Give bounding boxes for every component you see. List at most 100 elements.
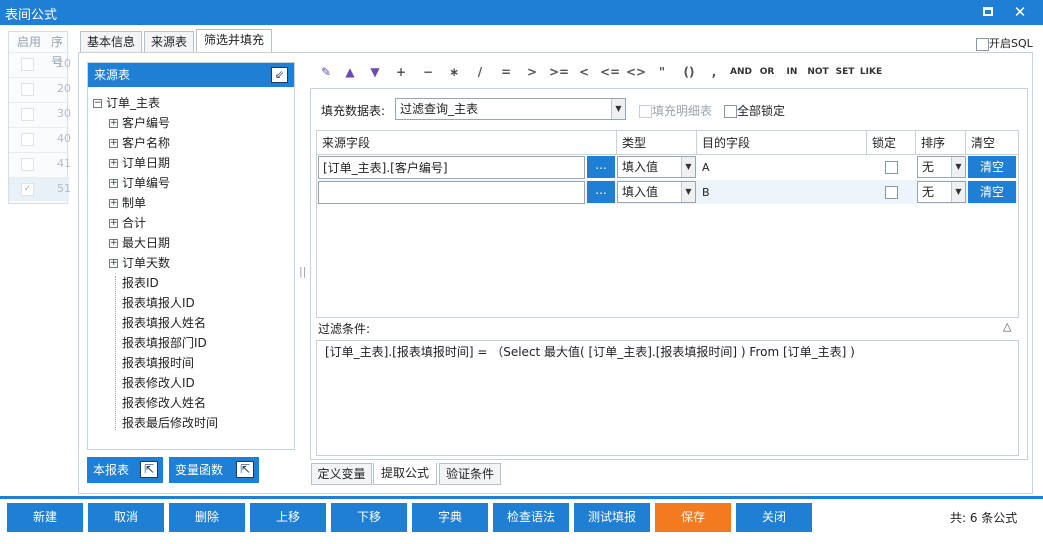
- tree-leaf[interactable]: 报表最后修改时间: [122, 414, 218, 432]
- lock-checkbox[interactable]: [885, 186, 898, 199]
- collapse-icon[interactable]: ⇙: [271, 67, 288, 83]
- tree-leaf[interactable]: 报表填报部门ID: [122, 334, 207, 352]
- move-down-button[interactable]: 下移: [331, 503, 407, 532]
- tree-node[interactable]: + 订单天数: [109, 254, 170, 272]
- fill-detail-checkbox[interactable]: [639, 105, 652, 118]
- type-select[interactable]: 填入值 ▼: [617, 156, 696, 178]
- op-or-button[interactable]: OR: [757, 63, 777, 81]
- variable-function-button[interactable]: 变量函数 ⇱: [169, 457, 259, 483]
- collapse-triangle-icon[interactable]: △: [1003, 320, 1011, 333]
- op-greater-button[interactable]: >: [523, 63, 541, 81]
- op-not-equal-button[interactable]: <>: [626, 63, 646, 81]
- close-window-button[interactable]: ✕: [1010, 3, 1030, 21]
- list-item[interactable]: 30: [9, 102, 71, 126]
- enable-sql-toggle[interactable]: 开启SQL: [976, 35, 1033, 51]
- op-and-button[interactable]: AND: [729, 63, 753, 81]
- expand-node-icon[interactable]: +: [109, 119, 118, 128]
- chevron-down-icon[interactable]: ▼: [611, 99, 625, 119]
- tree-leaf[interactable]: 报表ID: [122, 274, 159, 292]
- type-select[interactable]: 填入值 ▼: [617, 181, 696, 203]
- op-quote-button[interactable]: ": [653, 63, 671, 81]
- list-item[interactable]: 41: [9, 152, 71, 176]
- this-report-button[interactable]: 本报表 ⇱: [87, 457, 163, 483]
- tree-node[interactable]: + 客户名称: [109, 134, 170, 152]
- collapse-node-icon[interactable]: −: [93, 99, 102, 108]
- fill-table-select[interactable]: 过滤查询_主表 ▼: [395, 98, 626, 120]
- op-minus-button[interactable]: −: [419, 63, 437, 81]
- lock-checkbox[interactable]: [885, 161, 898, 174]
- test-fill-button[interactable]: 测试填报: [574, 503, 650, 532]
- op-comma-button[interactable]: ,: [705, 63, 723, 81]
- maximize-button[interactable]: [978, 3, 998, 21]
- chevron-down-icon[interactable]: ▼: [681, 157, 695, 177]
- tab-source-table[interactable]: 来源表: [144, 31, 194, 53]
- fill-detail-option[interactable]: 填充明细表: [639, 102, 712, 119]
- row-checkbox[interactable]: ✓: [21, 183, 34, 196]
- target-field[interactable]: A: [700, 157, 860, 181]
- pick-field-button[interactable]: ...: [587, 156, 615, 178]
- splitter-handle[interactable]: ||: [299, 265, 306, 278]
- delete-button[interactable]: 删除: [169, 503, 245, 532]
- op-divide-button[interactable]: /: [471, 63, 489, 81]
- source-field-input[interactable]: [订单_主表].[客户编号]: [318, 156, 585, 179]
- op-set-button[interactable]: SET: [833, 63, 857, 81]
- new-button[interactable]: 新建: [7, 503, 83, 532]
- row-checkbox[interactable]: [21, 83, 34, 96]
- chevron-down-icon[interactable]: ▼: [951, 157, 965, 177]
- move-down-icon[interactable]: ▼: [366, 63, 384, 81]
- tab-validate-condition[interactable]: 验证条件: [439, 463, 501, 485]
- row-checkbox[interactable]: [21, 158, 34, 171]
- op-equal-button[interactable]: =: [497, 63, 515, 81]
- op-less-button[interactable]: <: [575, 63, 593, 81]
- cancel-button[interactable]: 取消: [88, 503, 164, 532]
- list-item[interactable]: ✓ 51: [9, 177, 71, 201]
- tree-node[interactable]: + 客户编号: [109, 114, 170, 132]
- eraser-icon[interactable]: ✎: [317, 63, 335, 81]
- op-in-button[interactable]: IN: [783, 63, 801, 81]
- dictionary-button[interactable]: 字典: [412, 503, 488, 532]
- expand-node-icon[interactable]: +: [109, 179, 118, 188]
- tab-filter-fill[interactable]: 筛选并填充: [196, 29, 272, 53]
- op-not-button[interactable]: NOT: [806, 63, 830, 81]
- move-up-icon[interactable]: ▲: [341, 63, 359, 81]
- op-greater-equal-button[interactable]: >=: [549, 63, 569, 81]
- row-checkbox[interactable]: [21, 133, 34, 146]
- tree-leaf[interactable]: 报表修改人姓名: [122, 394, 206, 412]
- tab-define-variable[interactable]: 定义变量: [311, 463, 372, 485]
- tree-node[interactable]: + 订单日期: [109, 154, 170, 172]
- pick-field-button[interactable]: ...: [587, 181, 615, 203]
- row-checkbox[interactable]: [21, 58, 34, 71]
- tree-node[interactable]: + 订单编号: [109, 174, 170, 192]
- expand-node-icon[interactable]: +: [109, 239, 118, 248]
- save-button[interactable]: 保存: [655, 503, 731, 532]
- expand-node-icon[interactable]: +: [109, 199, 118, 208]
- expand-node-icon[interactable]: +: [109, 159, 118, 168]
- tab-extract-formula[interactable]: 提取公式: [373, 463, 437, 485]
- tree-node[interactable]: + 最大日期: [109, 234, 170, 252]
- tree-node[interactable]: + 制单: [109, 194, 146, 212]
- target-field[interactable]: B: [700, 182, 860, 206]
- expand-node-icon[interactable]: +: [109, 139, 118, 148]
- tree-leaf[interactable]: 报表填报人ID: [122, 294, 195, 312]
- tree-leaf[interactable]: 报表填报人姓名: [122, 314, 206, 332]
- close-button[interactable]: 关闭: [736, 503, 812, 532]
- op-less-equal-button[interactable]: <=: [600, 63, 620, 81]
- tree-leaf[interactable]: 报表修改人ID: [122, 374, 195, 392]
- list-item[interactable]: 10: [9, 52, 71, 76]
- lock-all-option[interactable]: 全部锁定: [724, 102, 785, 119]
- move-up-button[interactable]: 上移: [250, 503, 326, 532]
- clear-row-button[interactable]: 清空: [968, 156, 1016, 178]
- check-syntax-button[interactable]: 检查语法: [493, 503, 569, 532]
- row-checkbox[interactable]: [21, 108, 34, 121]
- list-item[interactable]: 40: [9, 127, 71, 151]
- enable-sql-checkbox[interactable]: [976, 37, 989, 51]
- op-multiply-button[interactable]: ∗: [445, 63, 463, 81]
- sort-select[interactable]: 无 ▼: [917, 156, 966, 178]
- chevron-down-icon[interactable]: ▼: [681, 182, 695, 202]
- tree-node[interactable]: + 合计: [109, 214, 146, 232]
- tree-root[interactable]: − 订单_主表: [93, 94, 160, 112]
- op-plus-button[interactable]: +: [392, 63, 410, 81]
- expand-node-icon[interactable]: +: [109, 259, 118, 268]
- source-field-input[interactable]: [318, 181, 585, 204]
- op-paren-button[interactable]: (): [679, 63, 699, 81]
